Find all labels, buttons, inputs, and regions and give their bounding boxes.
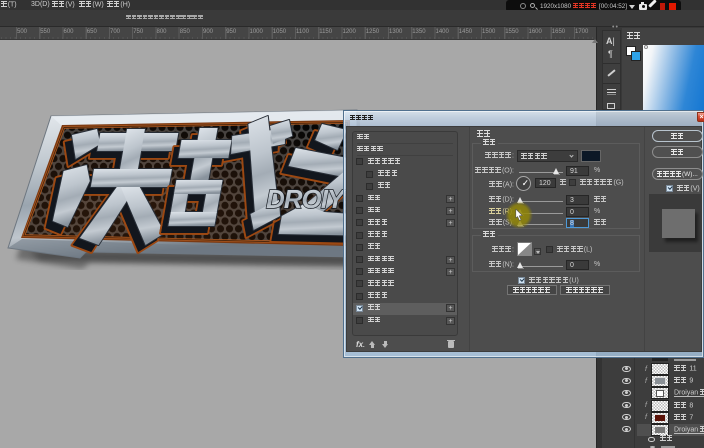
svg-text:DROIY: DROIY <box>266 184 347 214</box>
